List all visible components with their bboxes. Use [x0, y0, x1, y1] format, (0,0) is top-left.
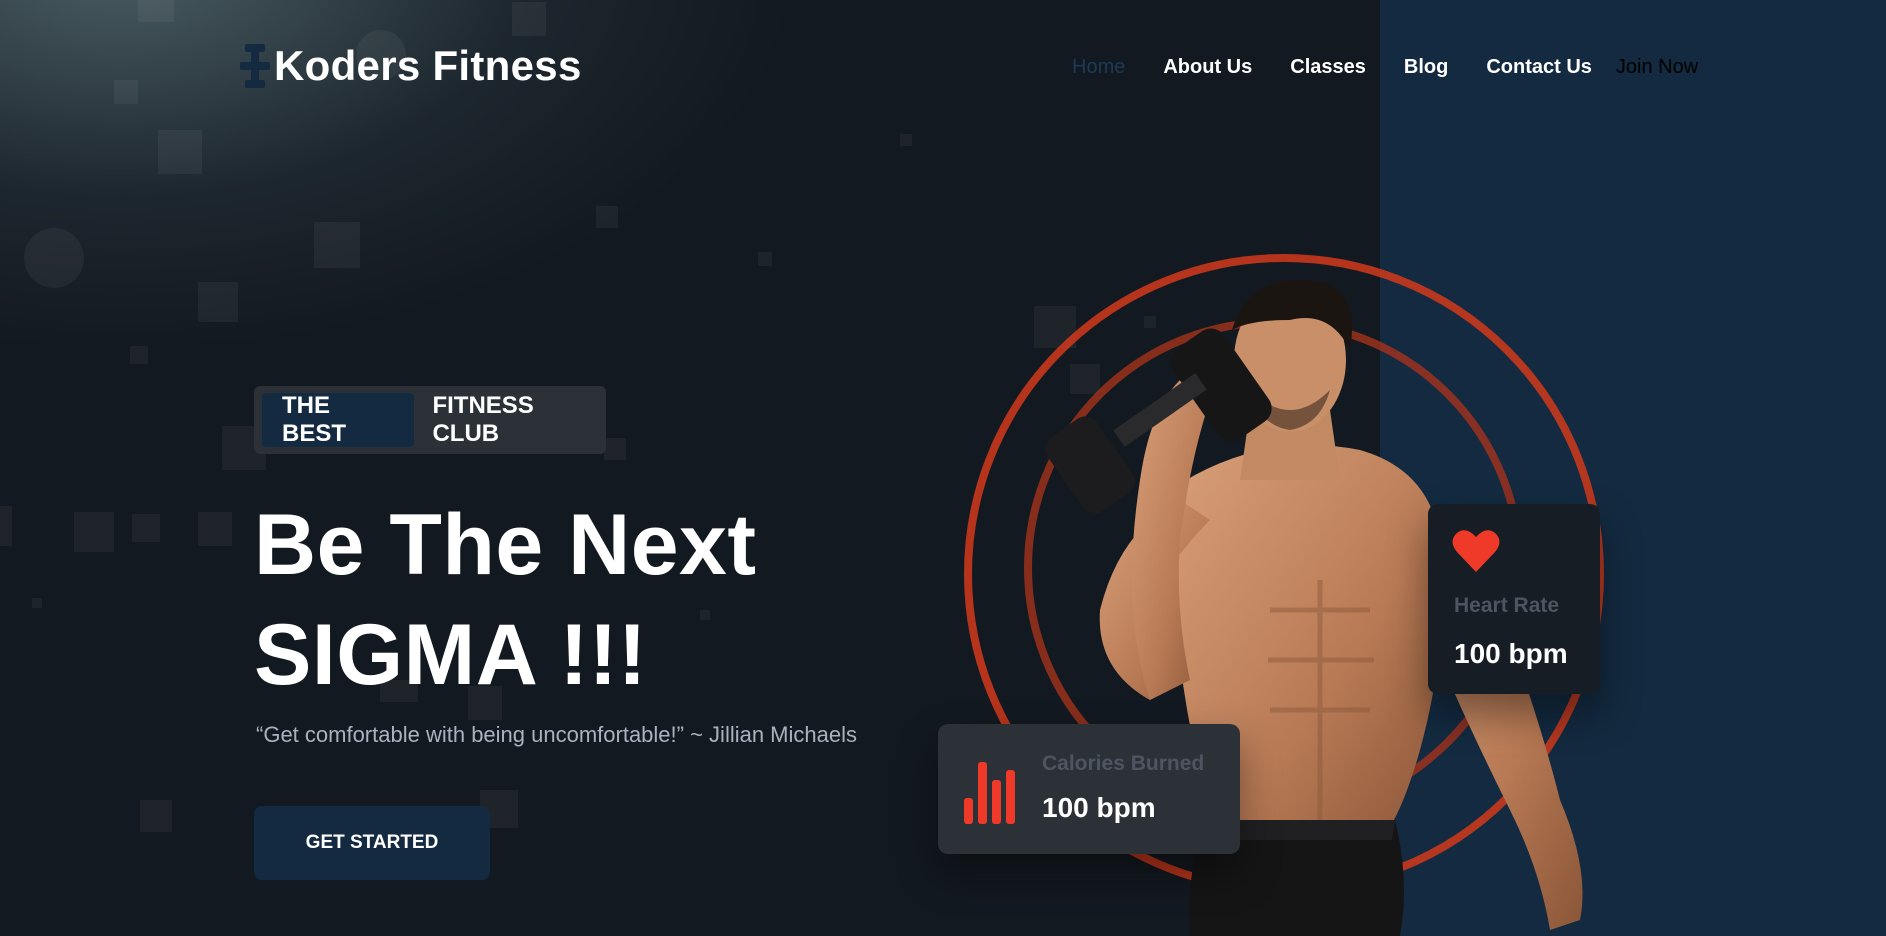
calories-card: Calories Burned 100 bpm	[938, 724, 1240, 854]
main-nav: Home About Us Classes Blog Contact Us Jo…	[1072, 56, 1736, 79]
decor-square	[140, 800, 172, 832]
nav-about-us[interactable]: About Us	[1163, 56, 1252, 79]
nav-contact-us[interactable]: Contact Us	[1486, 56, 1592, 79]
decor-square	[900, 134, 912, 146]
tag-primary: THE BEST	[262, 392, 415, 447]
get-started-button[interactable]: GET STARTED	[254, 806, 490, 880]
hero-headline: Be The Next SIGMA !!!	[254, 490, 757, 710]
hero-tag: THE BEST FITNESS CLUB	[254, 386, 606, 454]
dumbbell-icon	[240, 42, 270, 90]
nav-blog[interactable]: Blog	[1404, 56, 1448, 79]
calories-label: Calories Burned	[1042, 752, 1205, 775]
join-now-link[interactable]: Join Now	[1616, 56, 1698, 79]
nav-classes[interactable]: Classes	[1290, 56, 1366, 79]
decor-square	[604, 438, 626, 460]
decor-square	[130, 346, 148, 364]
decor-square	[198, 282, 238, 322]
bar-chart-icon	[964, 762, 1016, 829]
headline-line-1: Be The Next	[254, 497, 757, 593]
nav-home[interactable]: Home	[1072, 56, 1125, 79]
hero-quote: “Get comfortable with being uncomfortabl…	[256, 722, 857, 747]
decor-square	[314, 222, 360, 268]
heart-rate-label: Heart Rate	[1454, 594, 1560, 617]
brand-name: Koders Fitness	[274, 42, 582, 89]
decor-square	[758, 252, 772, 266]
decor-circle	[24, 228, 84, 288]
decor-square	[138, 0, 174, 22]
decor-square	[32, 598, 42, 608]
decor-square	[114, 80, 138, 104]
decor-square	[158, 130, 202, 174]
heart-rate-card: Heart Rate 100 bpm	[1428, 504, 1600, 694]
decor-square	[74, 512, 114, 552]
decor-square	[132, 514, 160, 542]
decor-square	[198, 512, 232, 546]
decor-square	[596, 206, 618, 228]
headline-line-2: SIGMA !!!	[254, 607, 648, 703]
decor-square	[512, 2, 546, 36]
calories-value: 100 bpm	[1042, 792, 1156, 823]
tag-secondary: FITNESS CLUB	[432, 392, 534, 447]
brand-logo[interactable]: Koders Fitness	[240, 42, 582, 90]
decor-square	[0, 506, 12, 546]
heart-rate-value: 100 bpm	[1454, 638, 1568, 669]
heart-icon	[1452, 528, 1500, 579]
